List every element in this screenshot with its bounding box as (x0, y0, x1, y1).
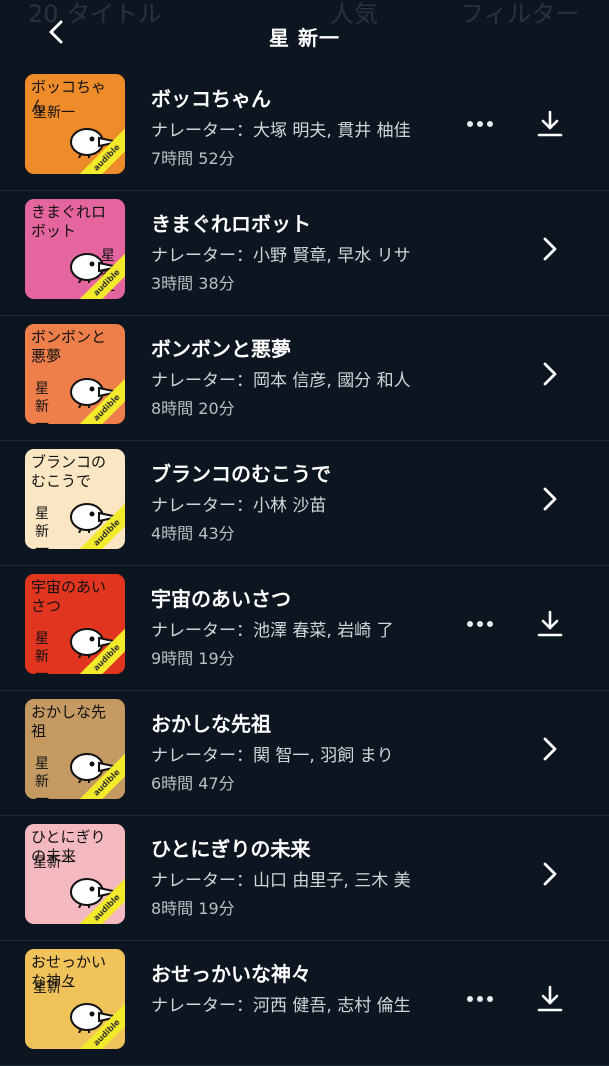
duration-text: 6時間 47分 (151, 774, 235, 793)
more-dots-icon (467, 621, 473, 627)
book-row[interactable]: ブランコのむこうで星新一audibleブランコのむこうでナレーター：小林 沙苗4… (0, 441, 609, 566)
more-dot (487, 621, 493, 627)
duration-text: 7時間 52分 (151, 149, 235, 168)
more-dot (487, 121, 493, 127)
cover-author: 星新一 (33, 980, 75, 996)
book-title[interactable]: 宇宙のあいさつ (151, 583, 291, 612)
more-dot (477, 996, 483, 1002)
chevron-right-icon (543, 737, 557, 761)
page-title: 星 新一 (269, 26, 340, 50)
open-detail-button[interactable] (536, 858, 564, 890)
narrator-text: ナレーター：山口 由里子, 三木 美 (151, 871, 411, 891)
book-title[interactable]: ひとにぎりの未来 (151, 833, 310, 862)
book-row[interactable]: ひとにぎりの未来 星新一 audible ひとにぎりの未来ナレーター：山口 由里子, … (0, 816, 609, 941)
more-dot (477, 621, 483, 627)
narrator-text: ナレーター：池澤 春菜, 岩崎 了 (151, 621, 394, 641)
book-list: ボッコちゃん 星新一 audible ボッコちゃんナレーター：大塚 明夫, 貫井 柚佳… (0, 66, 609, 1066)
cover-title: きまぐれロボット (31, 203, 107, 240)
duration-text: 3時間 38分 (151, 274, 235, 293)
book-title[interactable]: ボンボンと悪夢 (151, 333, 291, 362)
cover-author: 星新一 (35, 631, 49, 674)
book-cover[interactable]: ボンボンと悪夢星新一audible (25, 324, 125, 424)
book-title[interactable]: きまぐれロボット (151, 208, 311, 237)
duration-text: 8時間 20分 (151, 399, 235, 418)
book-row[interactable]: 宇宙のあいさつ星新一audible宇宙のあいさつナレーター：池澤 春菜, 岩崎 … (0, 566, 609, 691)
cover-title: おかしな先祖 (31, 703, 107, 740)
cover-author: 星新一 (35, 756, 49, 799)
open-detail-button[interactable] (536, 483, 564, 515)
cover-title: ブランコのむこうで (31, 453, 107, 490)
open-detail-button[interactable] (536, 358, 564, 390)
download-button[interactable] (534, 608, 566, 640)
narrator-text: ナレーター：小野 賢章, 早水 リサ (151, 246, 411, 266)
book-title[interactable]: ブランコのむこうで (151, 458, 331, 487)
download-icon (537, 110, 563, 137)
chevron-right-icon (543, 362, 557, 386)
narrator-text: ナレーター：小林 沙苗 (151, 496, 327, 516)
more-dots-icon (467, 121, 473, 127)
book-cover[interactable]: ボッコちゃん 星新一 audible (25, 74, 125, 174)
download-button[interactable] (534, 108, 566, 140)
book-title[interactable]: ボッコちゃん (151, 83, 271, 112)
duration-text: 4時間 43分 (151, 524, 235, 543)
download-button[interactable] (534, 983, 566, 1015)
more-options-button[interactable] (462, 612, 498, 636)
book-title[interactable]: おかしな先祖 (151, 708, 271, 737)
open-detail-button[interactable] (536, 733, 564, 765)
cover-title: 宇宙のあいさつ (31, 578, 107, 615)
duration-text: 9時間 19分 (151, 649, 235, 668)
book-cover[interactable]: おせっかいな神々 星新一 audible (25, 949, 125, 1049)
chevron-right-icon (543, 487, 557, 511)
download-icon (537, 985, 563, 1012)
more-options-button[interactable] (462, 112, 498, 136)
more-dot (477, 121, 483, 127)
more-options-button[interactable] (462, 987, 498, 1011)
narrator-text: ナレーター：関 智一, 羽飼 まり (151, 746, 394, 766)
chevron-right-icon (543, 237, 557, 261)
cover-title: ボンボンと悪夢 (31, 328, 107, 365)
book-row[interactable]: おせっかいな神々 星新一 audible おせっかいな神々ナレーター：河西 健吾, 志… (0, 941, 609, 1066)
book-cover[interactable]: ブランコのむこうで星新一audible (25, 449, 125, 549)
cover-author: 星新一 (33, 105, 75, 121)
chevron-right-icon (543, 862, 557, 886)
header: 20 タイトル 人気 フィルター 星 新一 (0, 0, 609, 66)
more-dots-icon (467, 996, 473, 1002)
book-title[interactable]: おせっかいな神々 (151, 958, 311, 987)
cover-author: 星新一 (35, 506, 49, 549)
book-cover[interactable]: きまぐれロボット星新一audible (25, 199, 125, 299)
book-cover[interactable]: おかしな先祖星新一audible (25, 699, 125, 799)
more-dot (487, 996, 493, 1002)
cover-author: 星新一 (35, 381, 49, 424)
book-row[interactable]: おかしな先祖星新一audibleおかしな先祖ナレーター：関 智一, 羽飼 まり6… (0, 691, 609, 816)
book-row[interactable]: ボッコちゃん 星新一 audible ボッコちゃんナレーター：大塚 明夫, 貫井 柚佳… (0, 66, 609, 191)
narrator-text: ナレーター：岡本 信彦, 國分 和人 (151, 371, 411, 391)
book-cover[interactable]: 宇宙のあいさつ星新一audible (25, 574, 125, 674)
cover-author: 星新一 (33, 855, 75, 871)
book-cover[interactable]: ひとにぎりの未来 星新一 audible (25, 824, 125, 924)
download-icon (537, 610, 563, 637)
narrator-text: ナレーター：大塚 明夫, 貫井 柚佳 (151, 121, 411, 141)
narrator-text: ナレーター：河西 健吾, 志村 倫生 (151, 996, 411, 1016)
duration-text: 8時間 19分 (151, 899, 235, 918)
open-detail-button[interactable] (536, 233, 564, 265)
book-row[interactable]: ボンボンと悪夢星新一audibleボンボンと悪夢ナレーター：岡本 信彦, 國分 … (0, 316, 609, 441)
book-row[interactable]: きまぐれロボット星新一audibleきまぐれロボットナレーター：小野 賢章, 早… (0, 191, 609, 316)
